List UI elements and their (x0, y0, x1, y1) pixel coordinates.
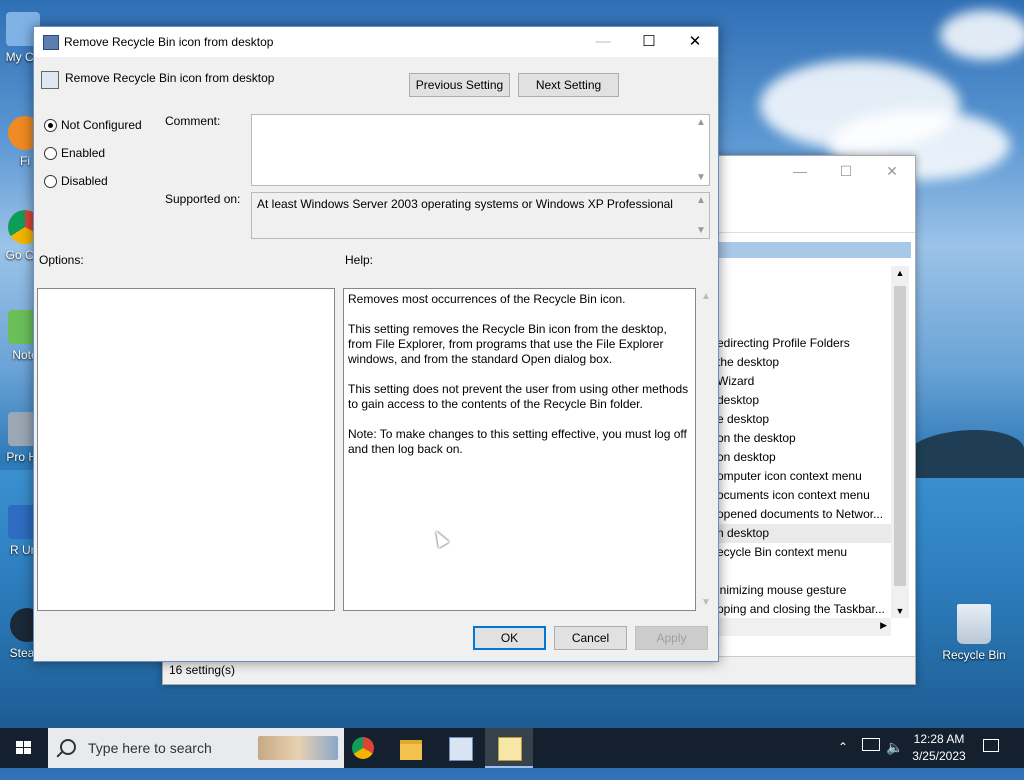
chrome-icon (352, 737, 374, 759)
list-item[interactable]: on the desktop (717, 429, 796, 448)
policy-app-icon (43, 35, 59, 50)
minimize-icon[interactable]: — (580, 27, 626, 57)
notifications-icon[interactable] (983, 739, 999, 752)
clock-date: 3/25/2023 (912, 749, 966, 763)
previous-setting-button[interactable]: Previous Setting (409, 73, 510, 97)
list-item[interactable]: on desktop (717, 448, 776, 467)
minimize-icon[interactable]: — (777, 156, 823, 186)
dialog-title: Remove Recycle Bin icon from desktop (64, 35, 274, 49)
ok-button[interactable]: OK (473, 626, 546, 650)
radio-icon (44, 175, 57, 188)
windows-logo-icon (16, 741, 32, 755)
taskbar-chrome[interactable] (339, 728, 387, 768)
vertical-scrollbar[interactable]: ▲ ▼ (891, 266, 909, 618)
comment-field[interactable]: ▲ ▼ (251, 114, 710, 186)
start-button[interactable] (0, 728, 48, 768)
notepad-icon (498, 737, 522, 761)
wallpaper-island (905, 430, 1024, 478)
clock-time: 12:28 AM (913, 732, 965, 746)
radio-selected-icon (44, 119, 57, 132)
help-pane: Removes most occurrences of the Recycle … (343, 288, 696, 611)
apply-button[interactable]: Apply (635, 626, 708, 650)
volume-icon[interactable]: 🔈 (886, 739, 903, 779)
list-item[interactable]: pping and closing the Taskbar... (717, 600, 885, 619)
list-item[interactable]: opened documents to Networ... (717, 505, 883, 524)
taskbar-mmc[interactable] (436, 728, 484, 768)
folder-icon (400, 740, 422, 760)
management-console-icon (449, 737, 473, 761)
taskbar-search-box[interactable]: Type here to search (48, 728, 344, 768)
scroll-up-icon[interactable]: ▲ (698, 291, 714, 302)
policy-setting-icon (41, 71, 59, 89)
status-text: 16 setting(s) (169, 663, 236, 677)
search-highlight-image (258, 736, 338, 760)
list-item[interactable]: e desktop (717, 410, 769, 429)
radio-icon (44, 147, 57, 160)
help-paragraph: This setting removes the Recycle Bin ico… (348, 322, 667, 366)
search-placeholder: Type here to search (88, 740, 212, 756)
list-item[interactable]: inimizing mouse gesture (717, 581, 846, 600)
options-label: Options: (39, 253, 84, 267)
comment-scrollbar[interactable]: ▲ ▼ (693, 115, 709, 185)
list-item[interactable]: omputer icon context menu (717, 467, 862, 486)
help-paragraph: Removes most occurrences of the Recycle … (348, 292, 626, 306)
list-item-selected[interactable]: n desktop (717, 524, 891, 543)
list-item[interactable]: ecycle Bin context menu (717, 543, 847, 562)
show-hidden-icons[interactable]: ⌃ (838, 740, 848, 780)
wallpaper-cloud (940, 10, 1024, 60)
cancel-button[interactable]: Cancel (554, 626, 627, 650)
network-icon[interactable] (862, 738, 880, 751)
desktop-icon-recycle-bin[interactable]: Recycle Bin (939, 604, 1009, 662)
list-item[interactable]: desktop (717, 391, 759, 410)
close-icon[interactable]: ✕ (869, 156, 915, 186)
taskbar: Type here to search ⌃ 🔈 12:28 AM 3/25/20… (0, 728, 1024, 768)
help-label: Help: (345, 253, 374, 267)
setting-name: Remove Recycle Bin icon from desktop (65, 71, 275, 85)
policy-setting-dialog: Remove Recycle Bin icon from desktop — ☐… (33, 26, 719, 662)
next-setting-button[interactable]: Next Setting (518, 73, 619, 97)
supported-on-field: At least Windows Server 2003 operating s… (251, 192, 710, 239)
help-scrollbar[interactable]: ▲ ▼ (698, 288, 714, 611)
taskbar-file-explorer[interactable] (387, 728, 435, 768)
system-clock[interactable]: 12:28 AM 3/25/2023 (906, 731, 972, 765)
close-icon[interactable]: ✕ (672, 27, 718, 57)
horizontal-scrollbar[interactable]: ▶ (717, 618, 891, 636)
maximize-icon[interactable]: ☐ (626, 27, 672, 57)
recycle-bin-icon (957, 604, 991, 644)
taskbar-notepad[interactable] (485, 728, 533, 768)
supported-scrollbar[interactable]: ▲ ▼ (693, 193, 709, 238)
scroll-thumb[interactable] (894, 286, 906, 586)
list-item[interactable]: the desktop (717, 353, 779, 372)
list-item[interactable]: Wizard (717, 372, 754, 391)
list-item[interactable]: ocuments icon context menu (717, 486, 870, 505)
maximize-icon[interactable]: ☐ (823, 156, 869, 186)
comment-label: Comment: (165, 114, 221, 128)
supported-on-label: Supported on: (165, 192, 241, 206)
help-paragraph: Note: To make changes to this setting ef… (348, 427, 687, 456)
scroll-right-icon[interactable]: ▶ (880, 620, 887, 631)
options-pane (37, 288, 335, 611)
help-paragraph: This setting does not prevent the user f… (348, 382, 689, 411)
scroll-down-icon[interactable]: ▼ (891, 606, 909, 616)
scroll-up-icon[interactable]: ▲ (891, 268, 909, 278)
list-item[interactable]: edirecting Profile Folders (717, 334, 850, 353)
search-icon (60, 739, 76, 755)
scroll-down-icon[interactable]: ▼ (698, 597, 714, 608)
dialog-titlebar: Remove Recycle Bin icon from desktop — ☐… (34, 27, 718, 57)
